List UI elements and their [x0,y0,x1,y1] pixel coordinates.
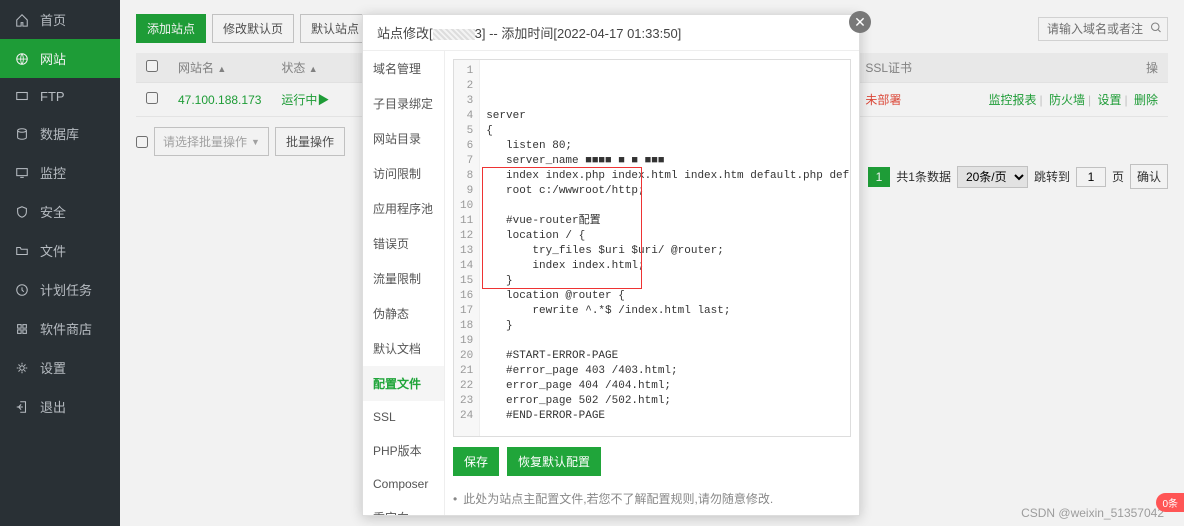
editor-gutter: 123456789101112131415161718192021222324 [454,60,480,436]
modal-body: 域名管理子目录绑定网站目录访问限制应用程序池错误页流量限制伪静态默认文档配置文件… [363,51,859,515]
note-text: 此处为站点主配置文件,若您不了解配置规则,请勿随意修改. [463,492,773,506]
code-line: #error_page 403 /403.html; [486,364,851,379]
code-line: server_name ■■■■ ■ ■ ■■■ [486,154,851,169]
bullet-icon: • [453,492,457,506]
modal-sidebar-item[interactable]: PHP版本 [363,433,444,468]
modal-sidebar-item[interactable]: 伪静态 [363,296,444,331]
modal-sidebar-item[interactable]: 重定向 [363,500,444,515]
modal-sidebar-item[interactable]: 错误页 [363,226,444,261]
modal-sidebar-item[interactable]: SSL [363,401,444,433]
code-line: error_page 502 /502.html; [486,394,851,409]
title-prefix: 站点修改[ [377,26,433,41]
modal-sidebar-item[interactable]: Composer [363,468,444,500]
watermark: CSDN @weixin_51357042 [1021,506,1164,520]
code-line [486,334,851,349]
modal-sidebar-item[interactable]: 配置文件 [363,366,444,401]
modal-title: 站点修改[ 3] -- 添加时间[2022-04-17 01:33:50] [363,15,859,51]
code-line: #START-ERROR-PAGE [486,349,851,364]
code-line: server [486,109,851,124]
modal-note: • 此处为站点主配置文件,若您不了解配置规则,请勿随意修改. [453,490,851,507]
close-icon: ✕ [854,14,866,31]
code-line: try_files $uri $uri/ @router; [486,244,851,259]
code-line: listen 80; [486,139,851,154]
code-line: #vue-router配置 [486,214,851,229]
save-button[interactable]: 保存 [453,447,499,476]
code-line: location / { [486,229,851,244]
modal-sidebar-item[interactable]: 网站目录 [363,121,444,156]
modal-actions: 保存 恢复默认配置 [453,447,851,476]
modal-sidebar-item[interactable]: 流量限制 [363,261,444,296]
modal-sidebar-item[interactable]: 子目录绑定 [363,86,444,121]
restore-default-button[interactable]: 恢复默认配置 [507,447,601,476]
code-line: rewrite ^.*$ /index.html last; [486,304,851,319]
modal-sidebar: 域名管理子目录绑定网站目录访问限制应用程序池错误页流量限制伪静态默认文档配置文件… [363,51,445,515]
code-line: } [486,319,851,334]
code-line: } [486,274,851,289]
modal-sidebar-item[interactable]: 域名管理 [363,51,444,86]
code-line: { [486,124,851,139]
config-editor[interactable]: 123456789101112131415161718192021222324 … [453,59,851,437]
modal-sidebar-item[interactable]: 默认文档 [363,331,444,366]
code-line: root c:/wwwroot/http; [486,184,851,199]
site-edit-modal: ✕ 站点修改[3] -- 添加时间[2022-04-17 01:33:50] 域… [362,14,860,516]
code-line: index index.html; [486,259,851,274]
modal-close-button[interactable]: ✕ [849,11,871,33]
modal-content: 123456789101112131415161718192021222324 … [445,51,859,515]
corner-badge[interactable]: 0条 [1156,493,1184,512]
title-suffix: 3] -- 添加时间[2022-04-17 01:33:50] [475,26,682,41]
code-line [486,424,851,437]
code-line: #END-ERROR-PAGE [486,409,851,424]
modal-sidebar-item[interactable]: 访问限制 [363,156,444,191]
code-line: index index.php index.html index.htm def… [486,169,851,184]
editor-code[interactable]: server{ listen 80; server_name ■■■■ ■ ■ … [480,60,851,436]
redacted-mask [433,29,475,40]
code-line: error_page 404 /404.html; [486,379,851,394]
modal-sidebar-item[interactable]: 应用程序池 [363,191,444,226]
code-line [486,199,851,214]
code-line: location @router { [486,289,851,304]
